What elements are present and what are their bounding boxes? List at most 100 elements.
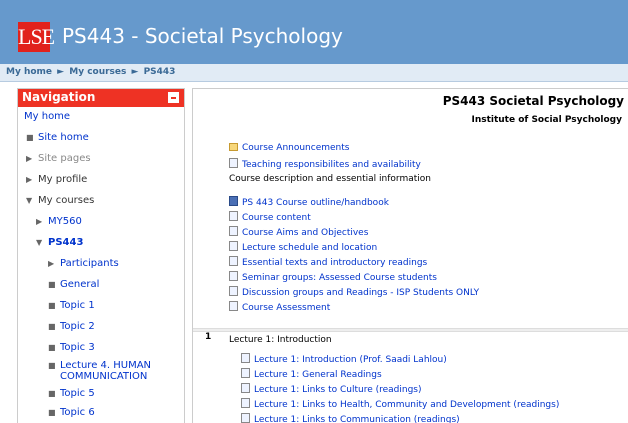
- resource-link[interactable]: Discussion groups and Readings - ISP Stu…: [229, 286, 479, 298]
- resource-label: Discussion groups and Readings - ISP Stu…: [242, 288, 480, 298]
- expand-arrow-icon: ▶: [26, 175, 33, 184]
- page-header: LSE PS443 - Societal Psychology: [0, 0, 628, 64]
- course-title: PS443 Societal Psychology: [442, 94, 624, 108]
- resource-link[interactable]: Lecture 1: General Readings: [241, 368, 382, 380]
- breadcrumb-separator: ►: [57, 67, 65, 77]
- nav-item-label: Topic 5: [60, 388, 95, 399]
- resource-label: Seminar groups: Assessed Course students: [242, 273, 437, 283]
- book-icon: [229, 196, 238, 206]
- collapse-arrow-icon: ▼: [26, 196, 33, 205]
- bullet-icon: ■: [48, 389, 56, 398]
- section-number: 1: [205, 332, 212, 342]
- nav-item-label: Topic 6: [60, 407, 95, 418]
- nav-item-ps443[interactable]: ▼ PS443: [36, 237, 83, 248]
- breadcrumb: My home ► My courses ► PS443: [0, 64, 628, 82]
- resource-label: Course Assessment: [242, 303, 331, 313]
- page-title: PS443 - Societal Psychology: [62, 24, 343, 48]
- file-icon: [229, 226, 238, 236]
- resource-link[interactable]: Course content: [229, 211, 311, 223]
- nav-item-label: MY560: [48, 216, 82, 227]
- nav-item-my-home[interactable]: My home: [24, 111, 70, 122]
- resource-label: Lecture 1: Introduction (Prof. Saadi Lah…: [254, 355, 447, 365]
- resource-link[interactable]: Essential texts and introductory reading…: [229, 256, 427, 268]
- lse-logo[interactable]: LSE: [18, 22, 55, 52]
- resource-label: Course Announcements: [242, 143, 350, 153]
- resource-link[interactable]: Lecture 1: Introduction (Prof. Saadi Lah…: [241, 353, 447, 365]
- expand-arrow-icon: ▶: [26, 154, 33, 163]
- section-title: Lecture 1: Introduction: [229, 335, 332, 345]
- breadcrumb-ps443[interactable]: PS443: [144, 67, 176, 77]
- nav-item-site-pages[interactable]: ▶ Site pages: [26, 153, 91, 164]
- nav-item-label: Participants: [60, 258, 119, 269]
- nav-item-topic-2[interactable]: ■ Topic 2: [48, 321, 95, 332]
- resource-label: Lecture 1: Links to Communication (readi…: [254, 415, 460, 423]
- collapse-icon[interactable]: [168, 92, 179, 103]
- breadcrumb-my-home[interactable]: My home: [6, 67, 52, 77]
- course-description: Course description and essential informa…: [229, 174, 431, 184]
- bullet-icon: ■: [48, 361, 56, 370]
- folder-icon: [229, 143, 238, 151]
- bullet-icon: ■: [48, 408, 56, 417]
- nav-item-label: Site home: [38, 132, 89, 143]
- resource-link[interactable]: Lecture schedule and location: [229, 241, 377, 253]
- nav-item-topic-1[interactable]: ■ Topic 1: [48, 300, 95, 311]
- nav-item-label: Topic 1: [60, 300, 95, 311]
- navigation-block: Navigation My home ■ Site home ▶ Site page…: [17, 88, 185, 423]
- resource-link[interactable]: Course Announcements: [229, 143, 349, 153]
- bullet-icon: ■: [48, 322, 56, 331]
- file-icon: [229, 256, 238, 266]
- nav-item-topic-6[interactable]: ■ Topic 6: [48, 407, 95, 418]
- bullet-icon: ■: [48, 343, 56, 352]
- resource-label: Lecture 1: Links to Health, Community an…: [254, 400, 560, 410]
- resource-link[interactable]: Lecture 1: Links to Communication (readi…: [241, 413, 460, 423]
- course-content: PS443 Societal Psychology Institute of S…: [192, 88, 628, 423]
- resource-label: Teaching responsibilites and availabilit…: [242, 160, 421, 170]
- file-icon: [241, 383, 250, 393]
- resource-link[interactable]: Lecture 1: Links to Health, Community an…: [241, 398, 559, 410]
- resource-link[interactable]: PS 443 Course outline/handbook: [229, 196, 389, 208]
- course-subtitle: Institute of Social Psychology: [471, 115, 622, 125]
- resource-link[interactable]: Course Aims and Objectives: [229, 226, 368, 238]
- nav-item-label: PS443: [48, 237, 84, 248]
- nav-item-my560[interactable]: ▶ MY560: [36, 216, 82, 227]
- nav-item-label: My home: [24, 111, 71, 122]
- nav-item-topic-5[interactable]: ■ Topic 5: [48, 388, 95, 399]
- breadcrumb-my-courses[interactable]: My courses: [69, 67, 126, 77]
- nav-item-label: My profile: [38, 174, 88, 185]
- resource-label: Lecture schedule and location: [242, 243, 378, 253]
- nav-item-my-profile[interactable]: ▶ My profile: [26, 174, 87, 185]
- nav-item-label: Lecture 4. HUMAN COMMUNICATION: [60, 360, 152, 382]
- resource-label: Essential texts and introductory reading…: [242, 258, 428, 268]
- file-icon: [229, 286, 238, 296]
- file-icon: [229, 158, 238, 168]
- navigation-title: Navigation: [22, 90, 96, 104]
- file-icon: [229, 211, 238, 221]
- file-icon: [241, 398, 250, 408]
- resource-link[interactable]: Lecture 1: Links to Culture (readings): [241, 383, 422, 395]
- nav-item-participants[interactable]: ▶ Participants: [48, 258, 119, 269]
- section-divider: [193, 328, 628, 332]
- nav-item-my-courses[interactable]: ▼ My courses: [26, 195, 94, 206]
- resource-label: Lecture 1: Links to Culture (readings): [254, 385, 422, 395]
- resource-link[interactable]: Teaching responsibilites and availabilit…: [229, 158, 421, 170]
- bullet-icon: ■: [48, 280, 56, 289]
- file-icon: [241, 413, 250, 423]
- bullet-icon: ■: [48, 301, 56, 310]
- expand-arrow-icon: ▶: [48, 259, 55, 268]
- nav-item-label: Site pages: [38, 153, 91, 164]
- resource-link[interactable]: Seminar groups: Assessed Course students: [229, 271, 437, 283]
- nav-item-lecture-4[interactable]: ■ Lecture 4. HUMAN COMMUNICATION: [48, 360, 168, 382]
- resource-link[interactable]: Course Assessment: [229, 301, 330, 313]
- nav-item-label: Topic 2: [60, 321, 95, 332]
- collapse-arrow-icon: ▼: [36, 238, 43, 247]
- nav-item-label: My courses: [38, 195, 95, 206]
- resource-label: Course Aims and Objectives: [242, 228, 369, 238]
- nav-item-topic-3[interactable]: ■ Topic 3: [48, 342, 95, 353]
- file-icon: [241, 368, 250, 378]
- nav-item-general[interactable]: ■ General: [48, 279, 99, 290]
- file-icon: [229, 271, 238, 281]
- resource-label: Lecture 1: General Readings: [254, 370, 382, 380]
- file-icon: [241, 353, 250, 363]
- nav-item-site-home[interactable]: ■ Site home: [26, 132, 89, 143]
- navigation-header: Navigation: [18, 89, 184, 107]
